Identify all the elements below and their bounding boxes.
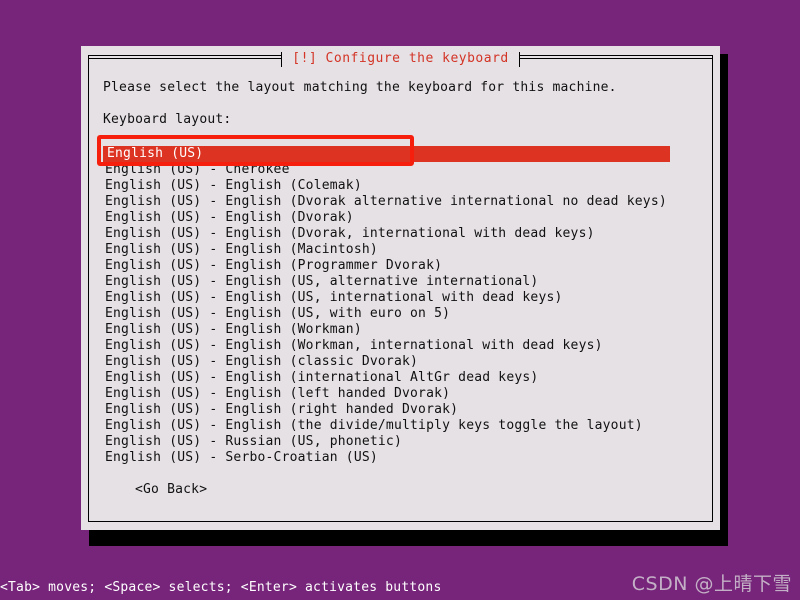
list-item[interactable]: English (US) - English (Dvorak alternati…	[103, 194, 706, 210]
go-back-button[interactable]: <Go Back>	[135, 482, 207, 498]
dialog-title: [!] Configure the keyboard	[282, 52, 519, 66]
list-item[interactable]: English (US) - English (US, alternative …	[103, 274, 706, 290]
list-item[interactable]: English (US) - English (US, internationa…	[103, 290, 706, 306]
list-item[interactable]: English (US) - English (Colemak)	[103, 178, 706, 194]
dialog-body: Please select the layout matching the ke…	[103, 80, 706, 520]
list-item[interactable]: English (US) - English (international Al…	[103, 370, 706, 386]
list-item[interactable]: English (US) - English (Workman)	[103, 322, 706, 338]
list-item[interactable]: English (US) - English (right handed Dvo…	[103, 402, 706, 418]
list-item[interactable]: English (US) - English (US, with euro on…	[103, 306, 706, 322]
title-rule-left	[88, 52, 283, 67]
list-item[interactable]: English (US) - English (Programmer Dvora…	[103, 258, 706, 274]
status-bar-text: <Tab> moves; <Space> selects; <Enter> ac…	[0, 579, 442, 595]
list-item[interactable]: English (US) - Russian (US, phonetic)	[103, 434, 706, 450]
list-item[interactable]: English (US) - English (Macintosh)	[103, 242, 706, 258]
list-item[interactable]: English (US) - English (classic Dvorak)	[103, 354, 706, 370]
configure-keyboard-dialog: [!] Configure the keyboard Please select…	[81, 46, 720, 530]
list-item[interactable]: English (US) - English (the divide/multi…	[103, 418, 706, 434]
list-item[interactable]: English (US) - Serbo-Croatian (US)	[103, 450, 706, 466]
csdn-watermark: CSDN @上晴下雪	[631, 573, 792, 595]
keyboard-layout-label: Keyboard layout:	[103, 112, 232, 127]
dialog-title-bar: [!] Configure the keyboard	[88, 49, 714, 69]
list-item[interactable]: English (US) - Cherokee	[103, 162, 706, 178]
list-item[interactable]: English (US) - English (left handed Dvor…	[103, 386, 706, 402]
list-item[interactable]: English (US) - English (Dvorak)	[103, 210, 706, 226]
list-item[interactable]: English (US) - English (Workman, interna…	[103, 338, 706, 354]
prompt-text: Please select the layout matching the ke…	[103, 80, 617, 95]
keyboard-layout-list[interactable]: English (US) English (US) - Cherokee Engli…	[103, 146, 706, 466]
list-item[interactable]: English (US) - English (Dvorak, internat…	[103, 226, 706, 242]
list-item-selected[interactable]: English (US)	[103, 146, 670, 162]
title-rule-right	[518, 52, 714, 67]
go-back-wrapper: <Go Back>	[103, 482, 706, 498]
